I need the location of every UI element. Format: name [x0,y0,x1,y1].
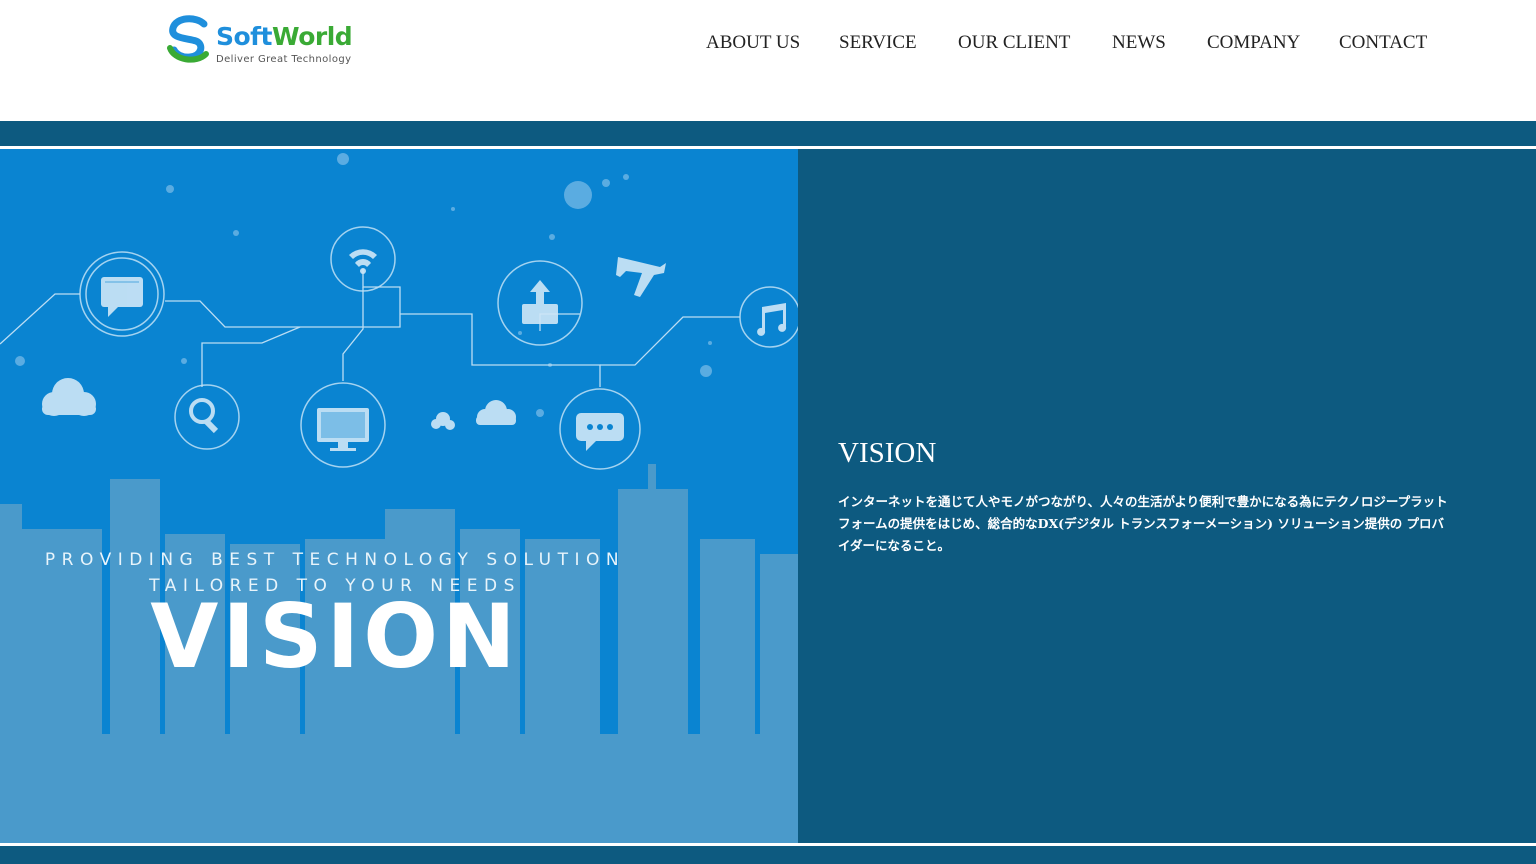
hero-subtitle-line1: PROVIDING BEST TECHNOLOGY SOLUTION [44,550,626,570]
nav-item-service[interactable]: SERVICE [839,31,917,55]
nav-item-about-us[interactable]: ABOUT US [706,31,800,55]
vision-panel: VISION インターネットを通じて人やモノがつながり、人々の生活がより便利で豊… [798,149,1536,843]
vision-text: インターネットを通じて人やモノがつながり、人々の生活がより便利で豊かになる為にテ… [838,494,1448,553]
nav-item-company[interactable]: COMPANY [1207,31,1300,55]
site-header: SoftWorld Deliver Great Technology ABOUT… [0,0,1536,121]
vision-hero-image: VISION PROVIDING BEST TECHNOLOGY SOLUTIO… [0,149,798,843]
brand-tagline: Deliver Great Technology [216,54,352,65]
hero-subtitle-line2: TAILORED TO YOUR NEEDS [149,576,521,596]
hero-title: VISION [150,585,520,688]
vision-heading: VISION [838,437,937,469]
nav-item-contact[interactable]: CONTACT [1339,31,1427,55]
top-band [0,121,1536,146]
nav-item-news[interactable]: NEWS [1112,31,1166,55]
hero-illustration [0,153,798,843]
nav-item-our-client[interactable]: OUR CLIENT [958,31,1070,55]
main-nav: ABOUT US SERVICE OUR CLIENT NEWS COMPANY… [0,31,1536,55]
bottom-band [0,846,1536,864]
